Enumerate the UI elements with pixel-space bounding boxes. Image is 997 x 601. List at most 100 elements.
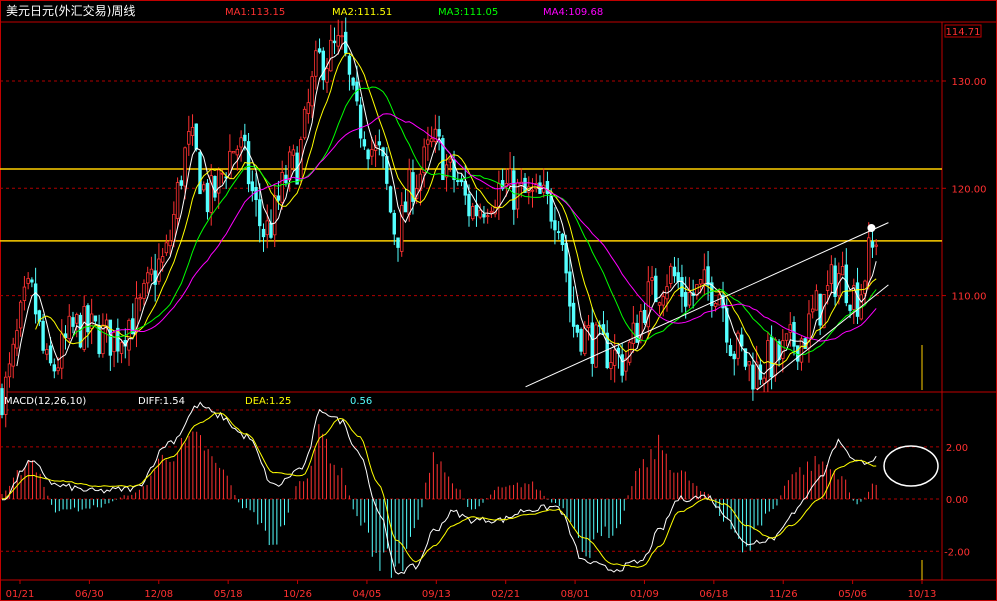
candle-body [564, 243, 568, 274]
candle-body [654, 275, 658, 303]
candle-body [530, 189, 535, 192]
macd-label: MACD(12,26,10) [4, 396, 86, 407]
candle-body [579, 329, 583, 352]
candle-body [325, 68, 329, 83]
candle-body [512, 170, 516, 210]
candle-body [669, 265, 673, 284]
candle-body [773, 339, 778, 376]
macd-tick-label: -2.00 [944, 547, 970, 558]
candle-body [784, 333, 789, 341]
trendlines[interactable] [525, 222, 889, 391]
candle-body [258, 199, 262, 227]
candle-body [870, 241, 875, 248]
candle-body [713, 303, 718, 307]
candle-body [818, 293, 822, 326]
candle-body [26, 278, 30, 284]
candle-body [127, 319, 131, 351]
trendline-anchor-dot [867, 223, 876, 232]
ma2-label: MA2:111.51 [332, 7, 392, 18]
candle-body [183, 147, 187, 187]
candle-body [112, 331, 116, 353]
candle-body [168, 240, 172, 247]
date-tick-label: 05/18 [214, 589, 243, 600]
candlestick-series[interactable] [0, 17, 923, 580]
candle-body [138, 297, 142, 300]
candle-body [867, 237, 871, 286]
candle-body [400, 204, 404, 252]
candle-body [302, 108, 307, 139]
candle-body [620, 354, 624, 376]
candle-body [471, 206, 475, 220]
candle-body [172, 213, 176, 242]
candle-body [575, 324, 580, 333]
candle-body [30, 279, 34, 283]
candle-body [190, 126, 195, 136]
candle-body [751, 364, 755, 390]
candle-body [145, 272, 150, 284]
candle-body [706, 266, 710, 286]
candle-body [310, 76, 314, 107]
candle-body [762, 377, 766, 384]
candle-body [276, 195, 281, 201]
candle-body [829, 264, 834, 284]
candle-body [769, 336, 774, 378]
candle-body [609, 362, 613, 369]
candle-body [642, 309, 647, 324]
candle-body [377, 141, 382, 146]
candle-body [456, 180, 460, 182]
date-tick-label: 02/21 [491, 589, 520, 600]
candle-body [351, 77, 355, 86]
candle-body [545, 181, 550, 194]
diff-line [2, 401, 877, 575]
candle-body [549, 195, 553, 222]
candle-body [347, 55, 352, 75]
date-tick-label: 09/13 [422, 589, 451, 600]
ma-line-2 [35, 52, 877, 366]
candle-body [60, 333, 64, 369]
candle-body [747, 361, 751, 366]
macd-lines [1, 401, 939, 575]
candle-body [695, 284, 699, 296]
candle-body [291, 149, 296, 156]
candle-body [732, 353, 736, 360]
candle-body [362, 139, 367, 147]
candle-body [205, 182, 210, 213]
candle-body [863, 280, 867, 294]
candle-body [261, 228, 266, 238]
candle-body [149, 268, 154, 275]
candle-body [810, 308, 815, 313]
candle-body [497, 183, 501, 207]
forex-weekly-chart[interactable]: 130.00 120.00 110.00 2.00 0.00 -2.00 01/21 06/3… [0, 0, 997, 601]
candle-body [437, 129, 441, 137]
candle-body [848, 304, 852, 311]
candle-body [160, 256, 165, 263]
candle-body [119, 342, 124, 354]
date-tick-label: 11/26 [769, 589, 798, 600]
candle-body [799, 338, 804, 363]
candle-body [635, 322, 639, 343]
candle-body [358, 104, 363, 139]
candle-body [698, 279, 703, 285]
candle-body [179, 180, 184, 186]
candle-body [482, 213, 486, 218]
candle-body [792, 322, 796, 347]
candle-body [18, 301, 23, 329]
candle-body [67, 315, 71, 340]
candle-body [340, 35, 344, 38]
ma-line-4 [110, 113, 877, 342]
candle-body [71, 317, 75, 327]
candle-body [781, 340, 785, 359]
horizontal-level-lines[interactable] [0, 168, 942, 242]
candle-body [388, 186, 393, 213]
candle-body [280, 172, 284, 203]
candle-body [202, 184, 206, 191]
candle-body [306, 102, 311, 114]
candle-body [478, 209, 482, 218]
candle-body [553, 220, 557, 231]
candle-body [265, 220, 269, 236]
candle-body [702, 269, 707, 285]
candle-body [187, 131, 191, 145]
candle-body [661, 296, 665, 306]
candle-body [485, 215, 490, 218]
candle-body [15, 330, 19, 349]
